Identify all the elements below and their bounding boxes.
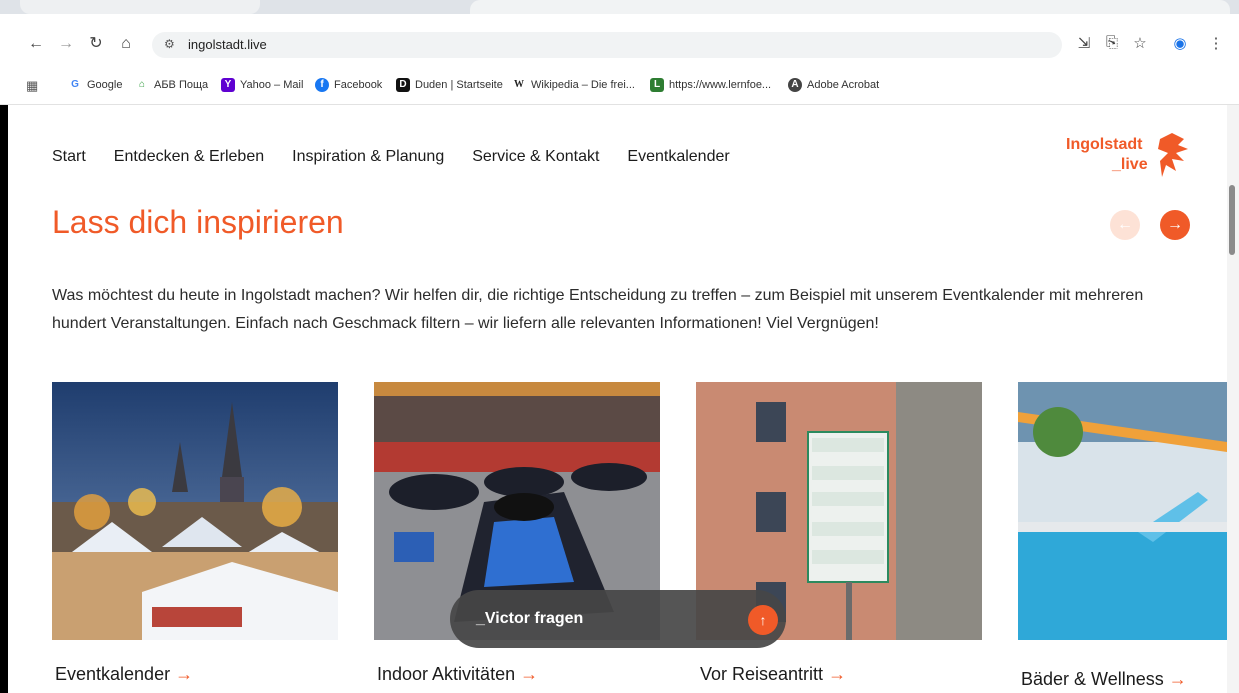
- tab-strip: [0, 0, 1239, 14]
- bookmark-star-icon[interactable]: ☆: [1130, 34, 1150, 52]
- home-icon[interactable]: ⌂: [116, 34, 136, 54]
- adobe-icon: A: [788, 78, 802, 92]
- arrow-right-icon: →: [1168, 669, 1187, 689]
- card-title: Vor Reiseantritt: [700, 664, 824, 684]
- install-app-icon[interactable]: ⇲: [1074, 34, 1094, 52]
- profile-icon[interactable]: ◉: [1170, 34, 1190, 52]
- nav-start[interactable]: Start: [52, 148, 86, 166]
- reload-icon[interactable]: ↻: [86, 34, 106, 54]
- card-title: Eventkalender: [55, 664, 171, 684]
- bookmark-adobe[interactable]: A Adobe Acrobat: [788, 78, 879, 92]
- scroll-up-button[interactable]: ↑: [748, 605, 778, 635]
- bookmark-label: Yahoo – Mail: [240, 79, 304, 91]
- nav-service[interactable]: Service & Kontakt: [472, 148, 599, 166]
- menu-icon[interactable]: ⋮: [1206, 34, 1226, 52]
- carousel-next-button[interactable]: →: [1160, 210, 1190, 240]
- tab-inactive[interactable]: [20, 0, 260, 14]
- chat-widget[interactable]: _Victor fragen ↑: [450, 590, 786, 648]
- bookmark-label: АБВ Поща: [154, 79, 209, 91]
- bookmark-label: Wikipedia – Die frei...: [531, 79, 635, 91]
- carousel-prev-button[interactable]: ←: [1110, 210, 1140, 240]
- scrollbar-thumb[interactable]: [1229, 185, 1235, 255]
- site-info-icon[interactable]: ⚙: [164, 37, 175, 51]
- card-image-eventkalender[interactable]: [52, 382, 338, 640]
- bookmark-lernfoe[interactable]: L https://www.lernfoe...: [650, 78, 771, 92]
- logo-text-2: _live: [1112, 156, 1148, 173]
- url-text[interactable]: ingolstadt.live: [188, 37, 267, 52]
- chat-label: _Victor fragen: [476, 610, 584, 627]
- facebook-icon: f: [315, 78, 329, 92]
- card-title: Indoor Aktivitäten: [377, 664, 516, 684]
- yahoo-icon: Y: [221, 78, 235, 92]
- back-icon[interactable]: ←: [26, 34, 46, 54]
- card-link-reiseantritt[interactable]: Vor Reiseantritt →: [700, 664, 846, 685]
- nav-entdecken[interactable]: Entdecken & Erleben: [114, 148, 264, 166]
- bookmark-label: https://www.lernfoe...: [669, 79, 772, 91]
- bookmark-abv[interactable]: ⌂ АБВ Поща: [135, 78, 208, 92]
- browser-toolbar: ← → ↻ ⌂ ⚙ ingolstadt.live ⇲ ⎘ ☆ ◉ ⋮: [0, 14, 1239, 70]
- bookmark-duden[interactable]: D Duden | Startseite: [396, 78, 503, 92]
- bookmarks-bar: ▦ G Google ⌂ АБВ Поща Y Yahoo – Mail f F…: [0, 70, 1239, 105]
- bookmark-label: Google: [87, 79, 123, 91]
- site-logo[interactable]: Ingolstadt _live: [1066, 131, 1196, 183]
- forward-icon[interactable]: →: [56, 34, 76, 54]
- bookmark-label: Adobe Acrobat: [807, 79, 880, 91]
- browser-chrome: ← → ↻ ⌂ ⚙ ingolstadt.live ⇲ ⎘ ☆ ◉ ⋮ ▦ G …: [0, 0, 1239, 105]
- arrow-right-icon: →: [175, 664, 194, 684]
- wikipedia-icon: W: [514, 79, 524, 90]
- duden-icon: D: [396, 78, 410, 92]
- address-bar[interactable]: ⚙ ingolstadt.live: [152, 32, 1062, 58]
- nav-eventkalender[interactable]: Eventkalender: [627, 148, 729, 166]
- bookmark-wikipedia[interactable]: W Wikipedia – Die frei...: [512, 78, 635, 92]
- google-icon: G: [71, 79, 79, 90]
- card-title: Bäder & Wellness: [1021, 669, 1164, 689]
- logo-text-1: Ingolstadt: [1066, 136, 1143, 153]
- page-heading: Lass dich inspirieren: [52, 204, 344, 240]
- site-nav: Start Entdecken & Erleben Inspiration & …: [52, 148, 730, 166]
- lernfoerderung-icon: L: [650, 78, 664, 92]
- card-link-eventkalender[interactable]: Eventkalender →: [55, 664, 193, 685]
- card-link-indoor[interactable]: Indoor Aktivitäten →: [377, 664, 538, 685]
- nav-inspiration[interactable]: Inspiration & Planung: [292, 148, 444, 166]
- tab-active[interactable]: [470, 0, 1230, 14]
- left-edge: [0, 105, 8, 693]
- arrow-right-icon: →: [520, 664, 539, 684]
- swimming-pool-image: [1018, 382, 1227, 640]
- abv-icon: ⌂: [138, 79, 146, 90]
- bookmark-yahoo[interactable]: Y Yahoo – Mail: [221, 78, 303, 92]
- apps-icon[interactable]: ▦: [26, 78, 38, 94]
- card-link-baeder[interactable]: Bäder & Wellness →: [1021, 669, 1187, 690]
- christmas-market-image: [52, 382, 338, 640]
- bookmark-label: Facebook: [334, 79, 383, 91]
- bookmark-facebook[interactable]: f Facebook: [315, 78, 382, 92]
- dragon-logo-icon: [1158, 133, 1188, 177]
- intro-text: Was möchtest du heute in Ingolstadt mach…: [52, 287, 1144, 332]
- translate-icon[interactable]: ⎘: [1102, 34, 1122, 51]
- card-image-baeder[interactable]: [1018, 382, 1227, 640]
- arrow-right-icon: →: [828, 664, 847, 684]
- bookmark-google[interactable]: G Google: [68, 78, 122, 92]
- bookmark-label: Duden | Startseite: [415, 79, 503, 91]
